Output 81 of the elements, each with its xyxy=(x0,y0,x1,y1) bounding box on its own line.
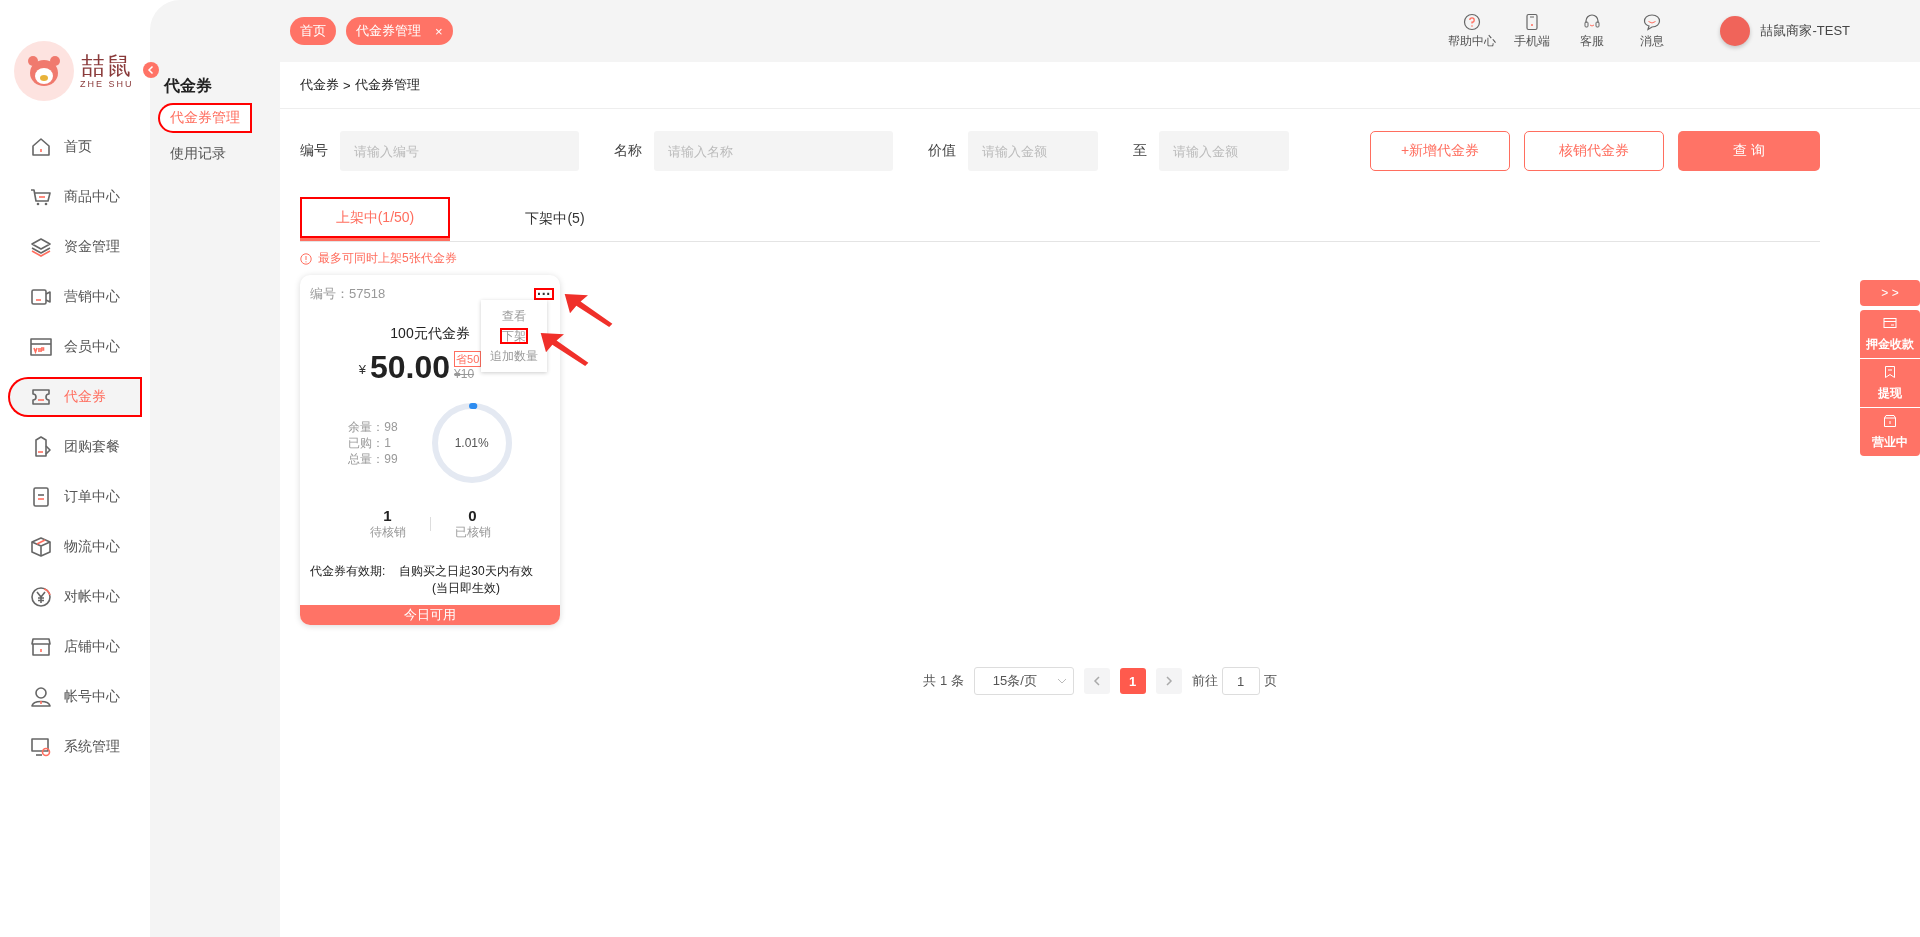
discount-tag: 省50 xyxy=(454,351,482,367)
headset-icon xyxy=(1583,12,1602,31)
monitor-gear-icon xyxy=(30,736,52,758)
chat-bubble-icon xyxy=(1643,12,1662,31)
annotation-arrow xyxy=(562,292,614,328)
count-value: 0 xyxy=(468,507,477,524)
stock-stat: 总量：99 xyxy=(348,451,398,467)
nav-item[interactable]: 帐号中心 xyxy=(8,677,142,717)
count-label: 待核销 xyxy=(369,524,406,541)
page-input[interactable]: 1 xyxy=(1221,667,1260,695)
page-size-select[interactable]: 15条/页 xyxy=(973,667,1074,695)
yen-coin-icon xyxy=(30,586,52,608)
ticket-icon xyxy=(30,386,52,408)
nav-item[interactable]: 资金管理 xyxy=(8,227,142,267)
goto-label: 前往 xyxy=(1191,672,1218,690)
vip-card-icon xyxy=(30,336,52,358)
logo-subtitle: ZHE SHU xyxy=(80,79,134,89)
toolbar-item[interactable]: 消息 xyxy=(1624,12,1681,50)
nav-item[interactable]: 团购套餐 xyxy=(8,427,142,467)
help-icon xyxy=(1463,12,1482,31)
more-button[interactable]: ··· xyxy=(534,288,554,300)
layers-icon xyxy=(30,236,52,258)
validity-note: (当日即生效) xyxy=(432,580,500,597)
previous-page-button[interactable] xyxy=(1083,668,1110,694)
stock-stat: 余量：98 xyxy=(348,419,398,435)
stock-stat: 已购：1 xyxy=(348,435,392,451)
nav-item[interactable]: 会员中心 xyxy=(8,327,142,367)
breadcrumb-item[interactable]: 代金券 xyxy=(300,76,339,94)
nav-item[interactable]: 营销中心 xyxy=(8,277,142,317)
voucher-price: 50.00 xyxy=(369,349,451,385)
page-unit: 页 xyxy=(1263,672,1277,690)
house-icon xyxy=(30,136,52,158)
chevron-left-icon xyxy=(1092,676,1101,686)
notice-text: 最多可同时上架5张代金券 xyxy=(318,250,457,267)
availability-banner: 今日可用 xyxy=(300,605,560,625)
bookmark-icon xyxy=(1883,364,1897,379)
user-name[interactable]: 喆鼠商家-TEST xyxy=(1760,22,1850,40)
shop-icon xyxy=(30,636,52,658)
collapse-button[interactable] xyxy=(143,62,159,78)
original-price: ¥10 xyxy=(454,367,475,381)
storefront-icon xyxy=(1883,413,1897,428)
logo-text: 喆鼠 xyxy=(80,53,133,79)
nav-item[interactable]: 商品中心 xyxy=(8,177,142,217)
nav-item[interactable]: 系统管理 xyxy=(8,727,142,767)
nav-item[interactable]: 对帐中心 xyxy=(8,577,142,617)
field-label: 编号 xyxy=(300,142,328,160)
currency-symbol: ¥ xyxy=(358,362,366,377)
chevron-right-icon xyxy=(1164,676,1173,686)
chevron-down-icon xyxy=(1056,678,1067,684)
breadcrumb-item[interactable]: 代金券管理 xyxy=(354,76,420,94)
cart-icon xyxy=(30,186,52,208)
nav-item[interactable]: 店铺中心 xyxy=(8,627,142,667)
document-icon xyxy=(30,486,52,508)
field-label: 至 xyxy=(1133,142,1147,160)
avatar[interactable] xyxy=(1720,16,1751,46)
annotation-arrow xyxy=(538,331,590,367)
count-label: 已核销 xyxy=(454,524,491,541)
field-label: 名称 xyxy=(614,142,642,160)
tab[interactable]: 下架中(5) xyxy=(480,197,630,241)
warning-icon xyxy=(300,252,312,265)
submenu-item[interactable]: 使用记录 xyxy=(158,139,238,169)
progress-label: 1.01% xyxy=(454,436,489,450)
validity-label: 代金券有效期: xyxy=(310,563,386,580)
total-count: 共 1 条 xyxy=(923,672,964,690)
breadcrumb-separator: > xyxy=(343,77,351,93)
nav-item[interactable]: 首页 xyxy=(8,127,142,167)
count-value: 1 xyxy=(383,507,392,524)
submenu-title: 代金券 xyxy=(162,76,213,96)
nav-item[interactable]: 订单中心 xyxy=(8,477,142,517)
validity-text: 自购买之日起30天内有效 xyxy=(399,563,533,580)
next-page-button[interactable] xyxy=(1155,668,1182,694)
toolbar-item[interactable]: 客服 xyxy=(1564,12,1621,50)
person-icon xyxy=(30,686,52,708)
nav-item[interactable]: 物流中心 xyxy=(8,527,142,567)
field-label: 价值 xyxy=(928,142,956,160)
toolbar-item[interactable]: 手机端 xyxy=(1504,12,1561,50)
box-icon xyxy=(30,536,52,558)
toolbar-item[interactable]: 帮助中心 xyxy=(1444,12,1501,50)
card-icon xyxy=(1883,315,1897,330)
voucher-code: 编号：57518 xyxy=(310,285,386,303)
voucher-title: 100元代金券 xyxy=(390,325,470,343)
